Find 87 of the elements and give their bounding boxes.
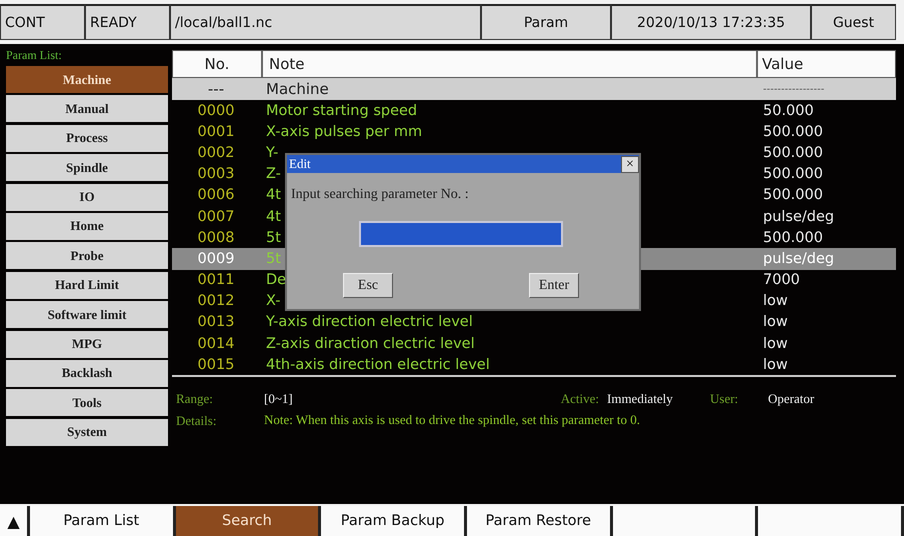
user-value: Operator [768, 391, 814, 408]
sidebar-item[interactable]: MPG [6, 330, 168, 358]
table-cell: 4t [266, 187, 281, 204]
table-cell: 4t [266, 208, 281, 225]
table-cell-text: 0002 [196, 144, 236, 161]
table-cell: Motor starting speed [266, 102, 418, 119]
table-cell: Y- [266, 144, 278, 161]
table-cell: De [266, 272, 286, 288]
table-cell-text: 0012 [196, 293, 236, 310]
table-cell-text: 0014 [196, 336, 236, 352]
sidebar-item[interactable]: Home [6, 212, 168, 240]
blank-softkey[interactable] [758, 506, 904, 536]
file-path: /local/ball1.nc [170, 4, 481, 40]
table-cell: Z-axis diraction clectric level [266, 336, 475, 352]
state-label: READY [85, 4, 170, 40]
range-value: [0~1] [264, 391, 294, 408]
table-cell-text: 0001 [196, 124, 236, 140]
dialog-title: Edit [289, 156, 311, 172]
table-cell-text: pulse/deg [762, 208, 836, 225]
sidebar-title: Param List: [6, 47, 63, 64]
table-cell-text: 0011 [196, 272, 236, 288]
dialog-button[interactable]: Esc [343, 273, 393, 298]
sidebar-item[interactable]: Backlash [6, 360, 168, 387]
table-row[interactable]: 0014 Z-axis diraction clectric level low [172, 333, 896, 354]
sidebar-item[interactable]: Spindle [6, 154, 168, 182]
table-cell-text: 50.000 [762, 102, 815, 119]
table-cell: X- [266, 293, 280, 310]
sidebar-item[interactable]: Machine [6, 66, 168, 93]
details-label: Details: [176, 413, 218, 430]
parameter-number-field[interactable] [359, 221, 563, 247]
table-row[interactable]: 0000 Motor starting speed 50.000 [172, 100, 896, 122]
table-cell: X-axis pulses per mm [266, 124, 422, 140]
table-cell: 5t [266, 250, 281, 267]
blank-softkey[interactable] [612, 506, 758, 536]
sidebar-item[interactable]: Process [6, 124, 168, 152]
user-label: Guest [811, 4, 896, 40]
sidebar-item[interactable]: System [6, 418, 168, 446]
active-label: Active: [560, 391, 600, 408]
table-row[interactable]: 0001 X-axis pulses per mm 500.000 [172, 121, 896, 142]
table-cell: 4th-axis direction electric level [266, 356, 490, 373]
table-cell-text: 0009 [196, 250, 236, 267]
table-cell-text: 500.000 [762, 124, 824, 140]
date-time: 2020/10/13 17:23:35 [611, 4, 811, 40]
table-cell-text: 0015 [196, 356, 236, 373]
table-cell: 5t [266, 230, 281, 246]
sidebar-item[interactable]: Tools [6, 389, 168, 416]
table-cell-text: 0013 [196, 314, 236, 330]
up-arrow-button[interactable]: ▲ [0, 506, 30, 536]
table-cell-text: 0000 [196, 102, 236, 119]
table-cell-text: low [762, 314, 789, 330]
active-value: Immediately [607, 391, 674, 408]
table-cell-text: Machine [265, 80, 330, 98]
table-row[interactable]: 0015 4th-axis direction electric level low [172, 354, 896, 376]
table-cell-text: pulse/deg [762, 250, 836, 267]
table-cell-text: --- [206, 80, 226, 98]
table-cell: Z- [266, 166, 281, 182]
table-cell-text: low [762, 336, 789, 352]
table-cell-text: 0008 [196, 230, 236, 246]
details-text: Note: When this axis is used to drive the spindle, set this parameter to 0. [264, 411, 641, 430]
table-cell-text: 0007 [196, 208, 236, 225]
page-title: Param [481, 4, 611, 40]
sidebar-item[interactable]: Software limit [6, 301, 168, 328]
table-cell-text: 500.000 [762, 166, 824, 182]
table-cell-text: 500.000 [762, 144, 824, 161]
table-row[interactable]: 0013 Y-axis direction electric level low [172, 312, 896, 334]
sidebar-item[interactable]: Probe [6, 242, 168, 270]
table-cell-text: low [762, 356, 789, 373]
user-field-label: User: [710, 391, 740, 408]
mode-label: CONT [0, 4, 85, 40]
sidebar-item[interactable]: Hard Limit [6, 272, 168, 299]
column-header: Value [761, 54, 804, 75]
softkey-button[interactable]: Param Backup [321, 506, 467, 536]
dialog-button[interactable]: Enter [529, 273, 579, 298]
table-cell-text: 0006 [196, 187, 236, 204]
table-cell-text: ----------------- [762, 84, 826, 94]
close-button[interactable]: × [621, 156, 639, 172]
softkey-button[interactable]: Param List [30, 506, 176, 536]
softkey-button[interactable]: Param Restore [466, 506, 613, 536]
table-cell-text: 500.000 [762, 230, 824, 246]
sidebar-item[interactable]: IO [6, 184, 168, 211]
dialog-prompt: Input searching parameter No. : [291, 187, 470, 203]
softkey-button[interactable]: Search [176, 506, 322, 536]
table-cell-text: low [762, 293, 789, 310]
range-label: Range: [176, 391, 214, 408]
table-cell-text: 0003 [196, 166, 236, 182]
table-cell: Y-axis direction electric level [266, 314, 473, 330]
sidebar-item[interactable]: Manual [6, 95, 168, 122]
